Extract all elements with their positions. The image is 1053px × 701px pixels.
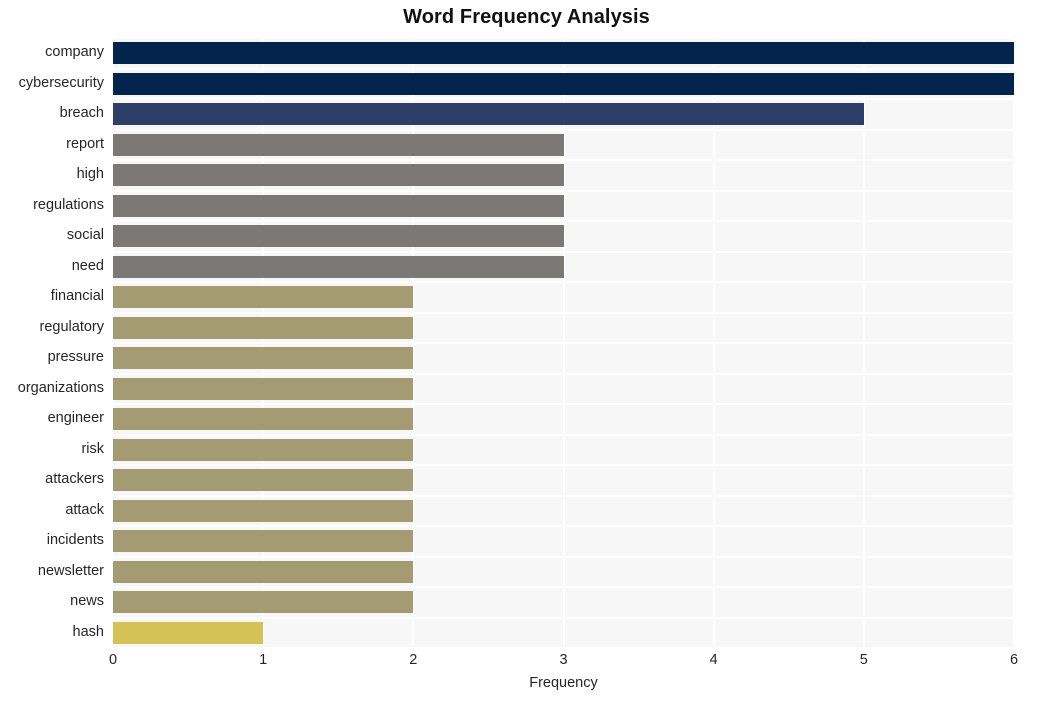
gridline-horizontal [113,433,1014,436]
bar-organizations [113,377,414,400]
bar-breach [113,103,864,126]
y-tick-label-regulatory: regulatory [39,318,104,335]
gridline-horizontal [113,159,1014,161]
bar-news [113,591,414,614]
x-tick-label-1: 1 [259,652,268,668]
gridline-horizontal [113,342,1014,344]
y-tick-label-hash: hash [72,623,104,640]
y-tick-label-engineer: engineer [47,410,104,427]
gridline-horizontal [113,37,1014,39]
y-tick-label-company: company [45,44,104,61]
y-tick-label-attack: attack [65,501,104,518]
gridline-horizontal [113,311,1014,314]
bar-engineer [113,408,414,431]
gridline-horizontal [113,250,1014,253]
gridline-horizontal [113,128,1014,131]
x-tick-label-4: 4 [709,652,718,668]
gridline-horizontal [113,67,1014,70]
bar-report [113,133,564,156]
y-tick-label-breach: breach [59,105,104,122]
gridline-horizontal [113,555,1014,558]
bar-high [113,164,564,187]
x-tick-label-6: 6 [1009,652,1019,668]
y-tick-label-need: need [71,257,104,274]
bar-pressure [113,347,414,370]
gridline-horizontal [113,616,1014,619]
bar-risk [113,438,414,461]
bar-cybersecurity [113,72,1014,95]
y-tick-label-organizations: organizations [17,379,104,396]
x-tick-label-3: 3 [559,652,568,668]
x-tick-label-5: 5 [859,652,868,668]
gridline-horizontal [113,494,1014,497]
gridline-horizontal [113,98,1014,100]
gridline-horizontal [113,586,1014,588]
y-tick-label-financial: financial [50,288,104,305]
gridline-horizontal [113,647,1014,649]
y-tick-label-cybersecurity: cybersecurity [18,74,104,91]
bar-financial [113,286,414,309]
plot-area [112,37,1015,649]
bar-hash [113,621,264,644]
bar-regulatory [113,316,414,339]
y-tick-label-regulations: regulations [33,196,104,213]
bar-attack [113,499,414,522]
bar-company [113,42,1014,65]
gridline-horizontal [113,403,1014,405]
y-tick-label-newsletter: newsletter [37,562,104,579]
y-tick-label-risk: risk [81,440,104,457]
y-tick-label-pressure: pressure [47,349,104,366]
y-tick-label-news: news [70,593,104,610]
gridline-horizontal [113,281,1014,283]
gridline-horizontal [113,189,1014,192]
gridline-horizontal [113,464,1014,466]
gridline-horizontal [113,220,1014,222]
bar-newsletter [113,560,414,583]
bar-attackers [113,469,414,492]
bar-regulations [113,194,564,217]
bar-social [113,225,564,248]
gridline-horizontal [113,372,1014,375]
bar-need [113,255,564,278]
word-frequency-chart: Word Frequency Analysis company cybersecu… [0,0,1053,701]
y-tick-label-report: report [66,135,104,152]
x-axis-title: Frequency [529,675,598,691]
y-tick-label-high: high [76,166,104,183]
y-tick-label-attackers: attackers [45,471,104,488]
gridline-horizontal [113,525,1014,527]
y-tick-label-incidents: incidents [46,532,104,549]
x-tick-label-0: 0 [108,652,118,668]
chart-title: Word Frequency Analysis [403,6,650,28]
y-tick-label-social: social [66,227,104,244]
x-tick-label-2: 2 [409,652,418,668]
bar-incidents [113,530,414,553]
